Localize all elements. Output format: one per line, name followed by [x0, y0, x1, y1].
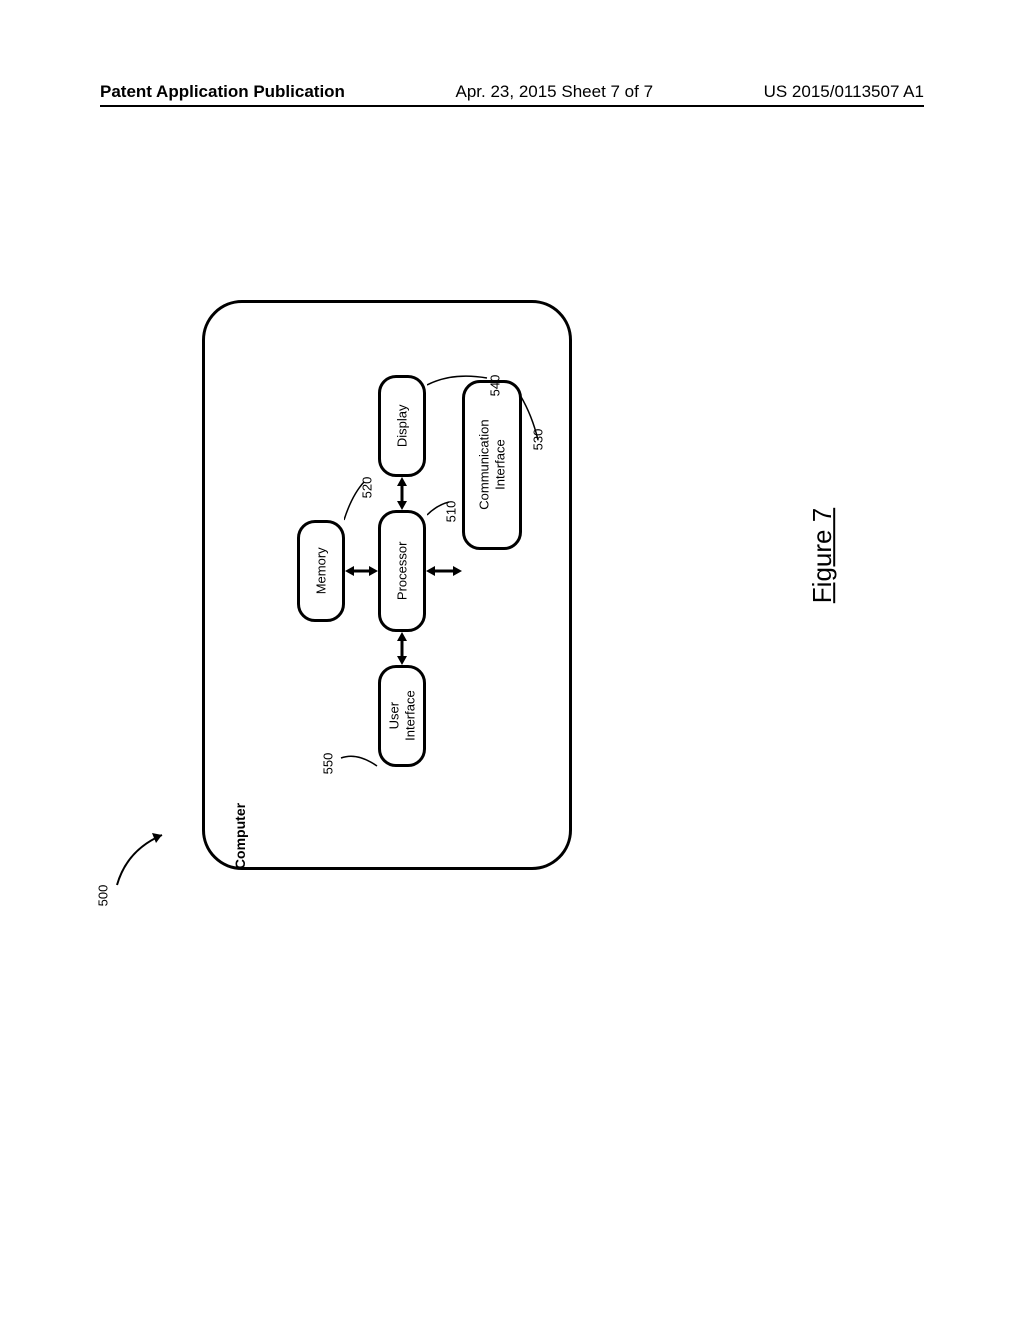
system-ref-number: 500 — [95, 885, 110, 907]
header-patent-number: US 2015/0113507 A1 — [764, 82, 924, 102]
diagram: 500 Computer Processor 510 Memory 520 Di… — [162, 270, 802, 910]
display-label: Display — [394, 405, 410, 448]
arrow-processor-user-interface — [393, 632, 411, 665]
comm-interface-label: Communication Interface — [476, 420, 507, 510]
figure-label: Figure 7 — [807, 508, 838, 603]
processor-block: Processor — [378, 510, 426, 632]
user-interface-ref: 550 — [320, 753, 335, 775]
user-interface-block: User Interface — [378, 665, 426, 767]
header-date-sheet: Apr. 23, 2015 Sheet 7 of 7 — [456, 82, 654, 102]
comm-interface-block: Communication Interface — [462, 380, 522, 550]
header-rule — [100, 105, 924, 107]
user-interface-leader — [339, 750, 381, 770]
header-publication: Patent Application Publication — [100, 82, 345, 102]
memory-label: Memory — [313, 548, 329, 595]
memory-leader — [344, 480, 369, 522]
memory-block: Memory — [297, 520, 345, 622]
processor-label: Processor — [394, 542, 410, 601]
user-interface-label: User Interface — [386, 691, 417, 742]
comm-leader — [520, 395, 545, 443]
computer-label: Computer — [232, 803, 248, 869]
arrow-processor-display — [393, 477, 411, 510]
system-ref-arrow — [112, 830, 182, 890]
display-block: Display — [378, 375, 426, 477]
page-header: Patent Application Publication Apr. 23, … — [0, 82, 1024, 102]
arrow-memory-processor — [345, 562, 378, 580]
arrow-processor-comm — [426, 562, 462, 580]
processor-leader — [427, 500, 452, 518]
